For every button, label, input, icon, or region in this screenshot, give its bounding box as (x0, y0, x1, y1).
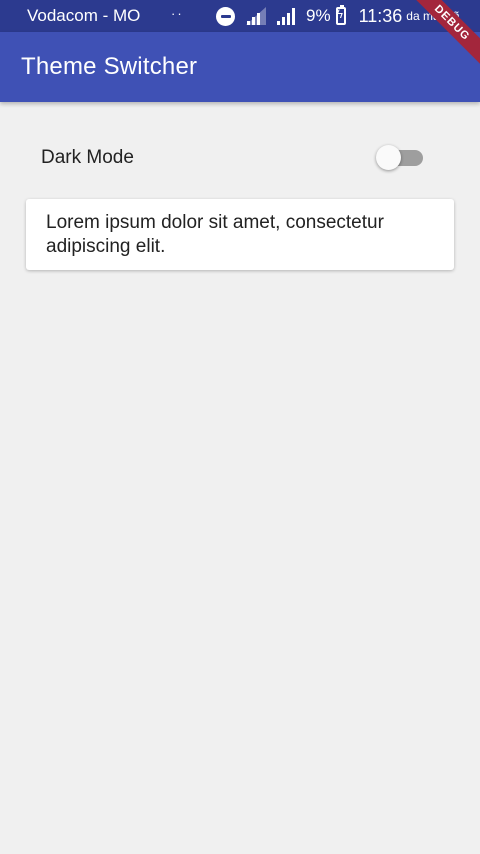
status-icons: 9% 11:36 da manhã (216, 0, 460, 32)
dark-mode-setting-row[interactable]: Dark Mode (26, 136, 454, 180)
clock-suffix: da manhã (406, 9, 460, 23)
do-not-disturb-icon (216, 6, 235, 26)
toggle-thumb (376, 145, 401, 170)
battery-percent: 9% (306, 6, 331, 25)
status-bar: Vodacom - MO ·· 9% 11:36 da manhã (0, 0, 480, 32)
card-text: Lorem ipsum dolor sit amet, consectetur … (46, 212, 384, 257)
signal-icon (277, 8, 295, 25)
carrier-name: Vodacom - MO (27, 6, 141, 25)
signal-icon (246, 7, 266, 25)
dark-mode-label: Dark Mode (41, 147, 134, 168)
app-bar: Theme Switcher (0, 32, 480, 102)
battery-charging-icon (335, 5, 346, 25)
page-title: Theme Switcher (21, 53, 198, 80)
dark-mode-toggle[interactable] (376, 145, 424, 171)
clock: 11:36 (358, 5, 403, 26)
notification-dots: ·· (171, 5, 184, 21)
content-card: Lorem ipsum dolor sit amet, consectetur … (26, 199, 454, 270)
